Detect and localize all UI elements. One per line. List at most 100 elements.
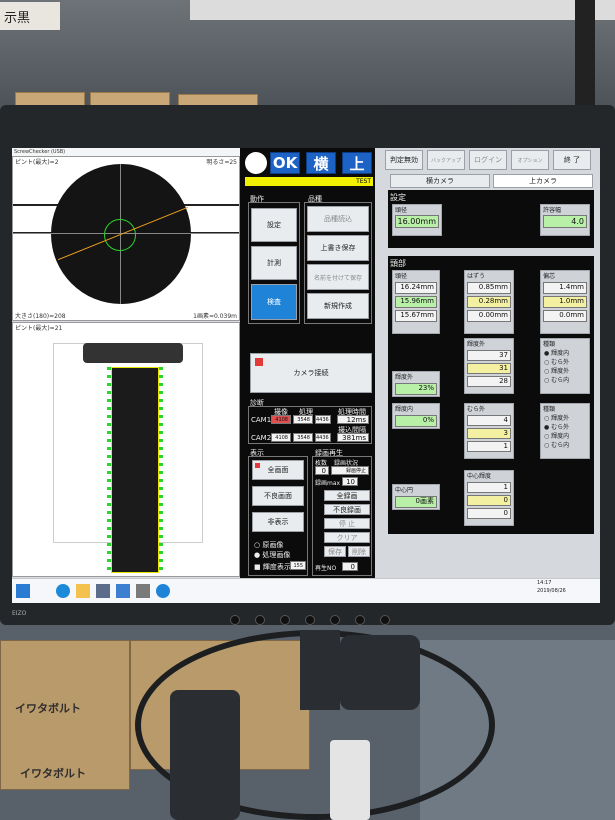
inspect-button[interactable]: 検査 — [251, 284, 297, 320]
edge-icon[interactable] — [56, 584, 70, 598]
app-icon[interactable] — [116, 584, 130, 598]
explorer-icon[interactable] — [76, 584, 90, 598]
record-all-button[interactable]: 全録画 — [324, 490, 370, 501]
chushin-kido-current: 0 — [467, 495, 511, 506]
status-yoko: 横 — [306, 152, 336, 174]
henshin-max: 1.4mm — [543, 282, 587, 294]
chushin-kido-max: 1 — [467, 482, 511, 493]
radio-original[interactable]: ○ 原画像 — [254, 540, 283, 550]
screwchecker-icon[interactable] — [156, 584, 170, 598]
type2-option-label: むら外 — [551, 424, 570, 431]
tolerance-box: 許容幅 4.0 — [540, 204, 590, 236]
type1-option[interactable]: ● 輝度内 — [541, 348, 589, 357]
thread-marks — [159, 367, 163, 573]
henshin-label: 偏芯 — [543, 273, 556, 280]
type1-option[interactable]: ○ むら内 — [541, 375, 589, 384]
monitor-button[interactable] — [305, 615, 315, 625]
connect-status-icon — [255, 358, 263, 366]
rokuga-max-label: 録画max — [315, 480, 341, 487]
camera-size-label: 大きさ(180)=208 — [15, 313, 66, 320]
chushin-en-box: 中心円 0画素 — [392, 484, 440, 510]
screw-shaft — [111, 367, 159, 573]
radio-original-label: 原画像 — [262, 541, 284, 549]
exit-button[interactable]: 終 了 — [553, 150, 591, 170]
clear-button[interactable]: クリア — [324, 532, 370, 543]
load-type-button[interactable]: 品種読込 — [307, 206, 369, 232]
kido-gai-min: 28 — [467, 376, 511, 387]
new-type-button[interactable]: 新規作成 — [307, 293, 369, 319]
type-select-1: 種類 ● 輝度内 ○ むら外 ○ 輝度外 ○ むら内 — [540, 338, 590, 394]
camera-connect-button[interactable]: カメラ接続 — [250, 353, 372, 393]
cam2-process: 3548 — [293, 433, 313, 442]
settei-title-text: 設定 — [390, 193, 406, 202]
login-button[interactable]: ログイン — [469, 150, 507, 170]
camera-view-top: ピント(最大)=2 明るさ=25 大きさ(180)=208 1画素=0.039m — [12, 156, 240, 321]
radio-processed[interactable]: ● 処理画像 — [254, 550, 290, 560]
head-diameter-current: 15.96mm — [395, 296, 437, 308]
henshin-current: 1.0mm — [543, 296, 587, 308]
monitor-button[interactable] — [355, 615, 365, 625]
app-icon[interactable] — [96, 584, 110, 598]
screw-head-side — [83, 343, 183, 363]
disable-judge-button[interactable]: 判定無効 — [385, 150, 423, 170]
save-as-button[interactable]: 名前を付けて保存 — [307, 264, 369, 290]
type1-option[interactable]: ○ 輝度外 — [541, 366, 589, 375]
save-record-button[interactable]: 保存 — [324, 546, 346, 557]
tab-side-camera[interactable]: 横カメラ — [390, 174, 490, 188]
screen: ScrewChecker (USB) ピント(最大)=2 明るさ=25 大きさ(… — [12, 148, 600, 603]
hazure-current: 0.28mm — [467, 296, 511, 308]
monitor-button[interactable] — [330, 615, 340, 625]
camera-focus-label: ピント(最大)=2 — [15, 159, 59, 166]
option-button[interactable]: オプション — [511, 150, 549, 170]
chushin-kido-box: 中心輝度 1 0 0 — [464, 470, 514, 526]
monitor-button[interactable] — [280, 615, 290, 625]
setting-button[interactable]: 設定 — [251, 208, 297, 242]
stop-button[interactable]: 停 止 — [324, 518, 370, 529]
app-icon[interactable] — [136, 584, 150, 598]
fullscreen-button[interactable]: 全画面 — [252, 460, 304, 480]
camera-brightness-label: 明るさ=25 — [206, 159, 237, 166]
type2-option[interactable]: ● むら外 — [541, 422, 589, 431]
camera-pixel-label: 1画素=0.039m — [193, 313, 237, 320]
radio-processed-label: 処理画像 — [262, 551, 291, 559]
kido-gai-pct-box: 輝度外 23% — [392, 371, 440, 397]
measure-button[interactable]: 計測 — [251, 246, 297, 280]
monitor-power-button[interactable] — [380, 615, 390, 625]
type2-option[interactable]: ○ むら内 — [541, 440, 589, 449]
monitor-button[interactable] — [255, 615, 265, 625]
cam1-time: 12ms — [337, 415, 369, 424]
rokuga-count: 0 — [315, 466, 329, 475]
rokuga-max-value[interactable]: 10 — [342, 477, 358, 486]
type2-option[interactable]: ○ 輝度外 — [541, 413, 589, 422]
type1-option[interactable]: ○ むら外 — [541, 357, 589, 366]
type1-option-label: 輝度外 — [551, 368, 570, 375]
tab-top-camera[interactable]: 上カメラ — [493, 174, 593, 188]
status-test: TEST — [245, 177, 373, 186]
cam2-capture: 4108 — [271, 433, 291, 442]
monitor-arm-joint — [340, 635, 420, 710]
cam1-extra: 4436 — [315, 415, 331, 424]
type2-option-label: 輝度外 — [551, 415, 570, 422]
backup-button[interactable]: バックアップ — [427, 150, 465, 170]
kido-nai-box: 輝度内 0% — [392, 403, 440, 429]
chushin-en-value: 0画素 — [395, 496, 437, 508]
hazure-max: 0.85mm — [467, 282, 511, 294]
tolerance-label: 許容幅 — [543, 207, 562, 214]
brightness-value: 155 — [290, 561, 306, 570]
camera-connect-label: カメラ接続 — [293, 369, 329, 377]
monitor-stand — [170, 690, 240, 820]
fullscreen-indicator-icon — [255, 463, 260, 468]
brightness-checkbox[interactable]: ■ 輝度表示 — [254, 562, 291, 572]
brightness-checkbox-label: 輝度表示 — [262, 563, 291, 571]
defect-screen-button[interactable]: 不良画面 — [252, 486, 304, 506]
start-icon[interactable] — [16, 584, 30, 598]
tolerance-value[interactable]: 4.0 — [543, 215, 587, 228]
type2-option[interactable]: ○ 輝度内 — [541, 431, 589, 440]
replay-value[interactable]: 0 — [342, 562, 358, 571]
monitor-button[interactable] — [230, 615, 240, 625]
hide-button[interactable]: 非表示 — [252, 512, 304, 532]
delete-record-button[interactable]: 削除 — [348, 546, 370, 557]
diameter-value[interactable]: 16.00mm — [395, 215, 439, 228]
overwrite-save-button[interactable]: 上書き保存 — [307, 235, 369, 261]
record-defect-button[interactable]: 不良録画 — [324, 504, 370, 515]
